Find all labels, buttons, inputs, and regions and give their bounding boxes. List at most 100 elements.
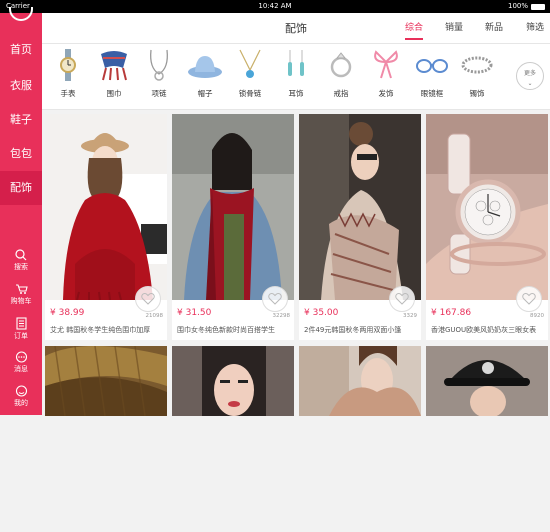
product-card[interactable]: [299, 346, 421, 416]
category-label: 项链: [151, 89, 167, 98]
tab-new[interactable]: 新品: [485, 13, 503, 44]
category-glasses[interactable]: 眼镜框: [410, 48, 454, 99]
bracelet-icon: [461, 56, 493, 74]
heart-icon: [268, 293, 282, 305]
category-necklace[interactable]: 项链: [137, 48, 181, 99]
heart-icon: [395, 293, 409, 305]
category-label: 镯饰: [469, 89, 485, 98]
product-image[interactable]: [426, 346, 548, 532]
category-scarf[interactable]: 围巾: [92, 48, 136, 99]
category-earring[interactable]: 耳饰: [274, 48, 318, 99]
favorite-button[interactable]: [389, 286, 415, 312]
hat-icon: [188, 56, 222, 78]
necklace-icon: [150, 49, 168, 81]
category-label: 发饰: [378, 89, 394, 98]
category-label: 锁骨链: [238, 89, 262, 98]
earring-icon: [288, 50, 304, 76]
product-image[interactable]: [426, 114, 548, 300]
product-image[interactable]: [172, 346, 294, 532]
product-image[interactable]: [299, 114, 421, 300]
battery-level: 100%: [507, 2, 528, 10]
favorite-button[interactable]: [516, 286, 542, 312]
product-title: 香港GUOU欧美风奶奶灰三眼女表: [431, 326, 537, 334]
sidebar-item-accessories[interactable]: 配饰: [0, 171, 42, 205]
favorite-button[interactable]: [135, 286, 161, 312]
product-card[interactable]: [426, 346, 548, 416]
message-icon: [15, 351, 27, 363]
ring-icon: [330, 52, 352, 78]
category-label: 围巾: [106, 89, 122, 98]
product-price: ¥ 167.86: [431, 308, 472, 318]
category-hat[interactable]: 帽子: [183, 48, 227, 99]
cart-icon: [15, 284, 28, 294]
chevron-down-icon: ⌄: [527, 80, 533, 87]
profile-icon: [15, 385, 27, 397]
product-card[interactable]: ¥ 31.50 32298 围巾女冬纯色新款时尚百搭学生: [172, 114, 294, 340]
product-price: ¥ 31.50: [177, 308, 212, 318]
sidebar: 首页 衣服 鞋子 包包 配饰 搜索 购物车 订单 消息 我的: [0, 7, 42, 415]
clock: 10:42 AM: [258, 2, 292, 10]
category-ring[interactable]: 戒指: [319, 48, 363, 99]
product-image[interactable]: [172, 114, 294, 300]
search-button[interactable]: 搜索: [0, 249, 42, 272]
product-title: 围巾女冬纯色新款时尚百搭学生: [177, 326, 275, 334]
category-hair-accessory[interactable]: 发饰: [364, 48, 408, 99]
cart-button[interactable]: 购物车: [0, 283, 42, 306]
logo-icon: [9, 7, 33, 21]
product-grid: ¥ 38.99 21098 艾尤 韩国秋冬学生纯色围巾加厚 ¥ 31.50 32…: [42, 110, 550, 416]
orders-button[interactable]: 订单: [0, 317, 42, 341]
product-image[interactable]: [299, 346, 421, 532]
sidebar-item-bags[interactable]: 包包: [0, 137, 42, 171]
profile-button[interactable]: 我的: [0, 385, 42, 408]
category-bar: 手表 围巾 项链 帽子 锁骨链 耳饰 戒指 发饰 眼镜框 镯饰 更多 ⌄: [42, 44, 550, 110]
like-count: 3329: [403, 313, 417, 319]
order-icon: [15, 317, 27, 330]
product-card[interactable]: [45, 346, 167, 416]
category-label: 帽子: [197, 89, 213, 98]
search-icon: [15, 249, 27, 261]
scarf-icon: [101, 51, 127, 81]
sidebar-item-home[interactable]: 首页: [0, 33, 42, 67]
like-count: 32298: [272, 313, 291, 319]
category-label: 手表: [60, 89, 76, 98]
like-count: 21098: [145, 313, 164, 319]
product-title: 2件49元韩国秋冬两用双面小篷: [304, 326, 402, 334]
product-image[interactable]: [45, 114, 167, 300]
more-categories-button[interactable]: 更多 ⌄: [516, 62, 544, 90]
sidebar-item-label: 衣服: [10, 79, 32, 92]
sidebar-item-label: 首页: [10, 43, 32, 56]
category-label: 戒指: [333, 89, 349, 98]
tab-comprehensive[interactable]: 综合: [405, 13, 424, 44]
heart-icon: [522, 293, 536, 305]
sidebar-item-label: 配饰: [10, 181, 32, 194]
category-bracelet[interactable]: 镯饰: [455, 48, 499, 99]
status-bar: Carrier 10:42 AM 100%: [0, 0, 550, 13]
messages-label: 消息: [14, 365, 28, 373]
category-label: 眼镜框: [420, 89, 444, 98]
category-pendant[interactable]: 锁骨链: [228, 48, 272, 99]
orders-label: 订单: [14, 332, 28, 340]
product-price: ¥ 38.99: [50, 308, 85, 318]
search-label: 搜索: [14, 263, 28, 271]
product-image[interactable]: [45, 346, 167, 532]
top-bar: 配饰 综合 销量 新品 筛选: [42, 13, 550, 44]
sidebar-item-label: 鞋子: [10, 113, 32, 126]
watch-icon: [60, 49, 76, 81]
product-card[interactable]: ¥ 38.99 21098 艾尤 韩国秋冬学生纯色围巾加厚: [45, 114, 167, 340]
glasses-icon: [416, 59, 448, 73]
sidebar-item-clothes[interactable]: 衣服: [0, 69, 42, 103]
heart-icon: [141, 293, 155, 305]
favorite-button[interactable]: [262, 286, 288, 312]
tab-filter[interactable]: 筛选: [526, 13, 544, 44]
product-card[interactable]: ¥ 167.86 8920 香港GUOU欧美风奶奶灰三眼女表: [426, 114, 548, 340]
category-label: 耳饰: [288, 89, 304, 98]
product-card[interactable]: ¥ 35.00 3329 2件49元韩国秋冬两用双面小篷: [299, 114, 421, 340]
like-count: 8920: [530, 313, 544, 319]
pendant-icon: [239, 49, 261, 78]
product-card[interactable]: [172, 346, 294, 416]
sidebar-item-shoes[interactable]: 鞋子: [0, 103, 42, 137]
category-watch[interactable]: 手表: [46, 48, 90, 99]
messages-button[interactable]: 消息: [0, 351, 42, 374]
hair-bow-icon: [374, 50, 398, 79]
tab-sales[interactable]: 销量: [445, 13, 463, 44]
